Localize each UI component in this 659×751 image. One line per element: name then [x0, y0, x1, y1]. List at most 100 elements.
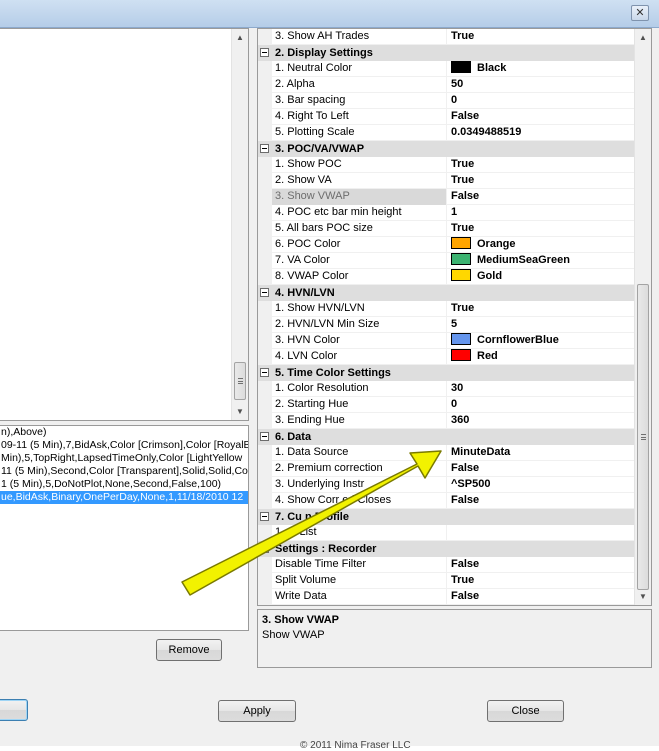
- property-row[interactable]: 6. POC Color Orange: [258, 237, 635, 253]
- category-header[interactable]: 2. Display Settings: [258, 45, 635, 61]
- property-row[interactable]: 3. Show VWAP False: [258, 189, 635, 205]
- property-value[interactable]: ^SP500: [448, 477, 635, 493]
- property-value[interactable]: 50: [448, 77, 635, 93]
- collapse-icon[interactable]: [260, 288, 269, 297]
- collapse-icon[interactable]: [260, 144, 269, 153]
- property-name[interactable]: 2. HVN/LVN Min Size: [272, 317, 447, 333]
- property-name[interactable]: 2. Starting Hue: [272, 397, 447, 413]
- list-item[interactable]: 11 (5 Min),Second,Color [Transparent],So…: [0, 465, 248, 478]
- property-name[interactable]: 4. Show Corr ed Closes: [272, 493, 447, 509]
- property-grid[interactable]: 3. Show AH Trades True 2. Display Settings…: [257, 28, 652, 606]
- indicator-list[interactable]: ▲ ▼: [0, 28, 249, 421]
- property-name[interactable]: 4. LVN Color: [272, 349, 447, 365]
- collapse-icon[interactable]: [260, 48, 269, 57]
- property-value[interactable]: 0: [448, 397, 635, 413]
- property-row[interactable]: Write Data False: [258, 589, 635, 605]
- property-value[interactable]: True: [448, 173, 635, 189]
- property-value[interactable]: Orange: [448, 237, 635, 253]
- property-name[interactable]: 3. Bar spacing: [272, 93, 447, 109]
- property-name[interactable]: 1. Show POC: [272, 157, 447, 173]
- property-row[interactable]: 5. All bars POC size True: [258, 221, 635, 237]
- property-value[interactable]: [448, 525, 635, 541]
- list-item[interactable]: n),Above): [0, 426, 248, 439]
- remove-button[interactable]: Remove: [156, 639, 222, 661]
- category-header[interactable]: 4. HVN/LVN: [258, 285, 635, 301]
- property-row[interactable]: 3. Underlying Instr ^SP500: [258, 477, 635, 493]
- property-value[interactable]: Red: [448, 349, 635, 365]
- collapse-icon[interactable]: [260, 544, 269, 553]
- property-name[interactable]: 3. Show VWAP: [272, 189, 447, 205]
- property-name[interactable]: 1. ot List: [272, 525, 447, 541]
- scroll-up-icon[interactable]: ▲: [232, 29, 248, 46]
- property-row[interactable]: Split Volume True: [258, 573, 635, 589]
- property-name[interactable]: 1. Neutral Color: [272, 61, 447, 77]
- property-row[interactable]: 2. Starting Hue 0: [258, 397, 635, 413]
- property-row[interactable]: 2. Premium correction False: [258, 461, 635, 477]
- property-name[interactable]: 2. Alpha: [272, 77, 447, 93]
- property-name[interactable]: 8. VWAP Color: [272, 269, 447, 285]
- property-name[interactable]: 1. Color Resolution: [272, 381, 447, 397]
- list-item[interactable]: Min),5,TopRight,LapsedTimeOnly,Color [Li…: [0, 452, 248, 465]
- property-row[interactable]: 1. Show POC True: [258, 157, 635, 173]
- property-row[interactable]: 5. Plotting Scale 0.0349488519: [258, 125, 635, 141]
- property-value[interactable]: False: [448, 189, 635, 205]
- category-header[interactable]: 5. Time Color Settings: [258, 365, 635, 381]
- property-value[interactable]: False: [448, 589, 635, 605]
- property-name[interactable]: 4. Right To Left: [272, 109, 447, 125]
- apply-button[interactable]: Apply: [218, 700, 296, 722]
- property-name[interactable]: 4. POC etc bar min height: [272, 205, 447, 221]
- scroll-down-icon[interactable]: ▼: [635, 588, 651, 605]
- property-name[interactable]: 2. Premium correction: [272, 461, 447, 477]
- category-header[interactable]: Settings : Recorder: [258, 541, 635, 557]
- category-header[interactable]: 3. POC/VA/VWAP: [258, 141, 635, 157]
- property-name[interactable]: 3. Ending Hue: [272, 413, 447, 429]
- property-name[interactable]: 3. Underlying Instr: [272, 477, 447, 493]
- property-value[interactable]: MinuteData: [448, 445, 635, 461]
- property-name[interactable]: 1. Data Source: [272, 445, 447, 461]
- applied-indicators-list[interactable]: n),Above) 09-11 (5 Min),7,BidAsk,Color [C…: [0, 425, 249, 631]
- property-name[interactable]: 1. Show HVN/LVN: [272, 301, 447, 317]
- property-name[interactable]: 7. VA Color: [272, 253, 447, 269]
- list-item[interactable]: ue,BidAsk,Binary,OnePerDay,None,1,11/18/…: [0, 491, 248, 504]
- property-name[interactable]: Split Volume: [272, 573, 447, 589]
- property-row[interactable]: 8. VWAP Color Gold: [258, 269, 635, 285]
- property-row[interactable]: 4. Show Corr ed Closes False: [258, 493, 635, 509]
- property-value[interactable]: False: [448, 109, 635, 125]
- collapse-icon[interactable]: [260, 368, 269, 377]
- property-row[interactable]: 1. Show HVN/LVN True: [258, 301, 635, 317]
- property-row[interactable]: 3. Ending Hue 360: [258, 413, 635, 429]
- property-value[interactable]: Black: [448, 61, 635, 77]
- scroll-up-icon[interactable]: ▲: [635, 29, 651, 46]
- ok-button[interactable]: [0, 699, 28, 721]
- property-value[interactable]: CornflowerBlue: [448, 333, 635, 349]
- property-value[interactable]: 360: [448, 413, 635, 429]
- property-name[interactable]: Disable Time Filter: [272, 557, 447, 573]
- property-row[interactable]: 1. Data Source MinuteData: [258, 445, 635, 461]
- property-row[interactable]: 1. Color Resolution 30: [258, 381, 635, 397]
- property-value[interactable]: 1: [448, 205, 635, 221]
- property-value[interactable]: Gold: [448, 269, 635, 285]
- property-row[interactable]: 2. HVN/LVN Min Size 5: [258, 317, 635, 333]
- property-row[interactable]: 2. Show VA True: [258, 173, 635, 189]
- property-value[interactable]: False: [448, 493, 635, 509]
- property-name[interactable]: 6. POC Color: [272, 237, 447, 253]
- property-value[interactable]: True: [448, 301, 635, 317]
- property-row[interactable]: 3. HVN Color CornflowerBlue: [258, 333, 635, 349]
- property-row[interactable]: 4. LVN Color Red: [258, 349, 635, 365]
- category-header[interactable]: 7. Cu n Profile: [258, 509, 635, 525]
- property-value[interactable]: True: [448, 573, 635, 589]
- property-value[interactable]: MediumSeaGreen: [448, 253, 635, 269]
- property-row[interactable]: 4. Right To Left False: [258, 109, 635, 125]
- collapse-icon[interactable]: [260, 512, 269, 521]
- property-row[interactable]: 4. POC etc bar min height 1: [258, 205, 635, 221]
- property-grid-scrollbar[interactable]: ▲ ▼: [634, 29, 651, 605]
- property-name[interactable]: 3. HVN Color: [272, 333, 447, 349]
- list-item[interactable]: 1 (5 Min),5,DoNotPlot,None,Second,False,…: [0, 478, 248, 491]
- property-row[interactable]: 2. Alpha 50: [258, 77, 635, 93]
- property-value[interactable]: 0.0349488519: [448, 125, 635, 141]
- property-row[interactable]: Disable Time Filter False: [258, 557, 635, 573]
- property-value[interactable]: True: [448, 29, 635, 45]
- list-item[interactable]: 09-11 (5 Min),7,BidAsk,Color [Crimson],C…: [0, 439, 248, 452]
- close-button[interactable]: Close: [487, 700, 564, 722]
- property-row[interactable]: 1. Neutral Color Black: [258, 61, 635, 77]
